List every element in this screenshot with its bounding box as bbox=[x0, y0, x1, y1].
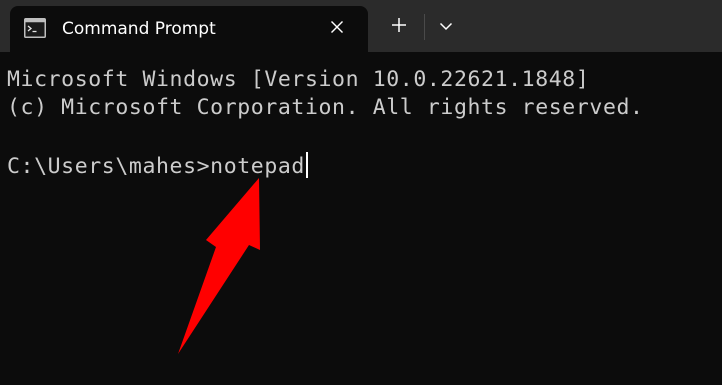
banner-version-line: Microsoft Windows [Version 10.0.22621.18… bbox=[7, 67, 590, 92]
plus-icon bbox=[391, 17, 407, 38]
command-line[interactable]: C:\Users\mahes>notepad bbox=[7, 152, 308, 181]
tab-strip-divider bbox=[424, 14, 425, 40]
text-cursor bbox=[305, 152, 308, 178]
close-icon bbox=[330, 20, 344, 39]
tab-title: Command Prompt bbox=[62, 19, 216, 39]
terminal-window: Command Prompt Microsoft Windows [Versio… bbox=[0, 0, 722, 385]
chevron-down-icon bbox=[439, 18, 453, 36]
tab-dropdown-button[interactable] bbox=[430, 10, 462, 44]
new-tab-button[interactable] bbox=[382, 10, 416, 44]
cmd-terminal-icon bbox=[24, 18, 46, 38]
close-tab-button[interactable] bbox=[322, 14, 352, 44]
typed-command: notepad bbox=[210, 154, 305, 179]
banner-copyright-line: (c) Microsoft Corporation. All rights re… bbox=[7, 95, 644, 120]
tab-strip: Command Prompt bbox=[0, 0, 722, 52]
terminal-output[interactable]: Microsoft Windows [Version 10.0.22621.18… bbox=[0, 52, 722, 385]
prompt-path: C:\Users\mahes> bbox=[7, 154, 211, 179]
tab-command-prompt[interactable]: Command Prompt bbox=[10, 6, 368, 52]
